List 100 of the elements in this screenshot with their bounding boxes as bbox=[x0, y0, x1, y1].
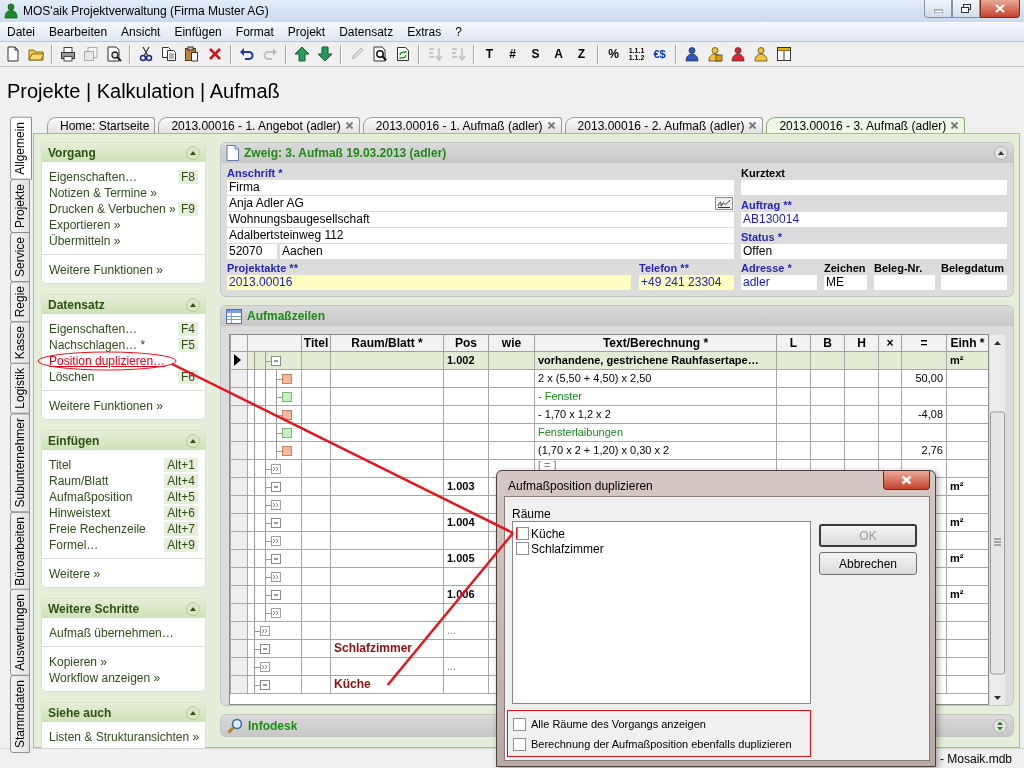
input-field[interactable]: Firma bbox=[227, 180, 734, 195]
expand-icon[interactable] bbox=[993, 718, 1007, 733]
collapse-icon[interactable] bbox=[994, 146, 1008, 160]
document-tab[interactable]: 2013.00016 - 2. Aufmaß (adler) bbox=[564, 117, 764, 133]
task-link[interactable]: Freie Rechenzeile bbox=[49, 522, 146, 536]
task-link[interactable]: Aufmaß übernehmen… bbox=[49, 626, 174, 640]
collapse-icon[interactable] bbox=[186, 433, 200, 448]
document-tab[interactable]: 2013.00016 - 1. Angebot (adler) bbox=[158, 117, 360, 133]
close-icon[interactable] bbox=[344, 121, 354, 130]
side-tab[interactable]: Stammdaten bbox=[10, 675, 30, 754]
menu-item[interactable]: Bearbeiten bbox=[42, 22, 115, 41]
collapse-icon[interactable] bbox=[186, 705, 200, 720]
close-button[interactable] bbox=[980, 0, 1020, 18]
input-field[interactable]: 2013.00016 bbox=[227, 275, 631, 290]
side-tab[interactable]: Kasse bbox=[10, 321, 30, 365]
input-field[interactable]: Anja Adler AG bbox=[227, 196, 714, 211]
checkbox[interactable] bbox=[513, 737, 526, 751]
menu-item[interactable]: ? bbox=[448, 22, 469, 41]
menu-item[interactable]: Projekt bbox=[280, 22, 333, 41]
double-chevron-icon[interactable] bbox=[271, 607, 281, 618]
column-header[interactable]: Raum/Blatt * bbox=[330, 335, 444, 351]
task-link[interactable]: Position duplizieren… bbox=[49, 354, 166, 368]
collapse-toggle[interactable] bbox=[271, 481, 281, 492]
task-link[interactable]: Exportieren » bbox=[49, 218, 121, 232]
dialog-button[interactable]: Abbrechen bbox=[819, 552, 917, 575]
collapse-icon[interactable] bbox=[186, 145, 200, 160]
checkbox[interactable] bbox=[513, 717, 526, 731]
input-field[interactable]: Adalbertsteinweg 112 bbox=[227, 228, 734, 243]
side-tab[interactable]: Auswertungen bbox=[10, 589, 30, 676]
row-pointer-icon[interactable] bbox=[233, 354, 241, 366]
side-tab[interactable]: Büroarbeiten bbox=[10, 511, 30, 591]
menu-item[interactable]: Format bbox=[228, 22, 281, 41]
column-header[interactable]: H bbox=[844, 335, 879, 351]
task-link[interactable]: Weitere Funktionen » bbox=[49, 263, 163, 277]
collapse-toggle[interactable] bbox=[260, 643, 270, 654]
task-link[interactable]: Titel bbox=[49, 458, 72, 472]
task-link[interactable]: Aufmaßposition bbox=[49, 490, 133, 504]
double-chevron-icon[interactable] bbox=[260, 661, 270, 672]
close-button[interactable] bbox=[883, 471, 930, 490]
checkbox[interactable] bbox=[516, 527, 529, 540]
menu-item[interactable]: Einfügen bbox=[167, 22, 229, 41]
side-tab[interactable]: Logistik bbox=[10, 363, 30, 415]
input-field[interactable] bbox=[941, 275, 1007, 290]
double-chevron-icon[interactable] bbox=[271, 499, 281, 510]
collapse-toggle[interactable] bbox=[271, 553, 281, 564]
close-icon[interactable] bbox=[546, 121, 556, 130]
signature-button[interactable] bbox=[714, 196, 734, 211]
column-header[interactable]: B bbox=[810, 335, 845, 351]
side-tab[interactable]: Projekte bbox=[10, 178, 30, 233]
checkbox[interactable] bbox=[516, 542, 529, 555]
menu-item[interactable]: Datei bbox=[0, 22, 42, 41]
task-link[interactable]: Eigenschaften… bbox=[49, 322, 138, 336]
collapse-icon[interactable] bbox=[186, 601, 200, 616]
menu-item[interactable]: Extras bbox=[400, 22, 449, 41]
column-header[interactable]: L bbox=[776, 335, 811, 351]
collapse-toggle[interactable] bbox=[271, 589, 281, 600]
collapse-toggle[interactable] bbox=[271, 355, 281, 366]
toolbar-button[interactable]: % bbox=[602, 43, 625, 65]
side-tab[interactable]: Regie bbox=[10, 280, 30, 323]
input-field[interactable]: +49 241 23304 bbox=[639, 275, 734, 290]
column-header[interactable]: = bbox=[901, 335, 947, 351]
column-header[interactable]: Titel bbox=[301, 335, 331, 351]
toolbar-button[interactable]: # bbox=[501, 43, 524, 65]
task-link[interactable]: Hinweistext bbox=[49, 506, 111, 520]
toolbar-button[interactable]: T bbox=[478, 43, 501, 65]
double-chevron-icon[interactable] bbox=[271, 535, 281, 546]
room-list[interactable]: Küche Schlafzimmer bbox=[512, 521, 811, 704]
task-link[interactable]: Weitere » bbox=[49, 567, 101, 581]
task-link[interactable]: Formel… bbox=[49, 538, 99, 552]
side-tab[interactable]: Service bbox=[10, 231, 30, 282]
task-link[interactable]: Übermitteln » bbox=[49, 234, 121, 248]
close-icon[interactable] bbox=[950, 121, 960, 130]
task-link[interactable]: Notizen & Termine » bbox=[49, 186, 157, 200]
input-field[interactable]: Wohnungsbaugesellschaft bbox=[227, 212, 734, 227]
collapse-toggle[interactable] bbox=[260, 679, 270, 690]
column-header[interactable]: Text/Berechnung * bbox=[534, 335, 777, 351]
document-tab[interactable]: 2013.00016 - 1. Aufmaß (adler) bbox=[362, 117, 562, 133]
menu-item[interactable]: Datensatz bbox=[332, 22, 401, 41]
task-link[interactable]: Listen & Strukturansichten » bbox=[49, 730, 200, 744]
task-link[interactable]: Weitere Funktionen » bbox=[49, 399, 163, 413]
input-field[interactable]: 52070 bbox=[227, 244, 277, 259]
task-link[interactable]: Drucken & Verbuchen » bbox=[49, 202, 176, 216]
menu-item[interactable]: Ansicht bbox=[114, 22, 168, 41]
toolbar-button[interactable]: A bbox=[547, 43, 570, 65]
task-link[interactable]: Nachschlagen… * bbox=[49, 338, 146, 352]
collapse-icon[interactable] bbox=[186, 297, 200, 312]
collapse-toggle[interactable] bbox=[271, 517, 281, 528]
task-link[interactable]: Raum/Blatt bbox=[49, 474, 109, 488]
side-tab[interactable]: Subunternehmer bbox=[10, 413, 30, 513]
column-header[interactable]: × bbox=[878, 335, 902, 351]
task-link[interactable]: Löschen bbox=[49, 370, 95, 384]
column-header[interactable]: Pos bbox=[443, 335, 489, 351]
double-chevron-icon[interactable] bbox=[260, 625, 270, 636]
input-field[interactable] bbox=[874, 275, 935, 290]
column-header[interactable]: Einh * bbox=[946, 335, 988, 351]
document-tab[interactable]: Home: Startseite bbox=[47, 117, 156, 133]
toolbar-button[interactable]: €$ bbox=[648, 43, 671, 65]
task-link[interactable]: Kopieren » bbox=[49, 655, 108, 669]
input-field[interactable]: AB130014 bbox=[741, 212, 1007, 227]
scrollbar[interactable] bbox=[989, 334, 1006, 705]
